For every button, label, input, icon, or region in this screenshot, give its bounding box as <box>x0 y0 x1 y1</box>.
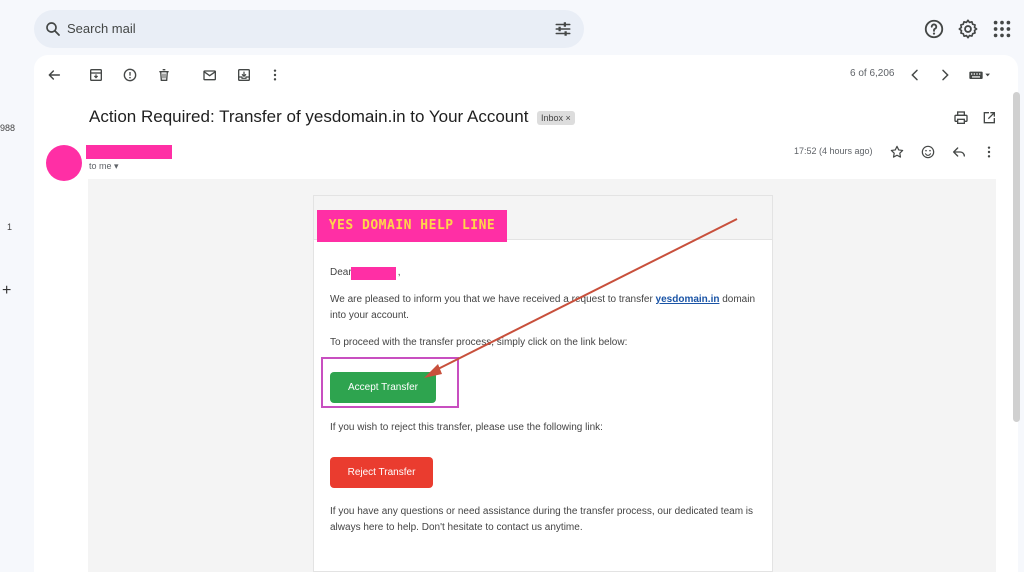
annotation-arrow <box>424 218 738 378</box>
scrollbar[interactable] <box>1013 92 1020 422</box>
